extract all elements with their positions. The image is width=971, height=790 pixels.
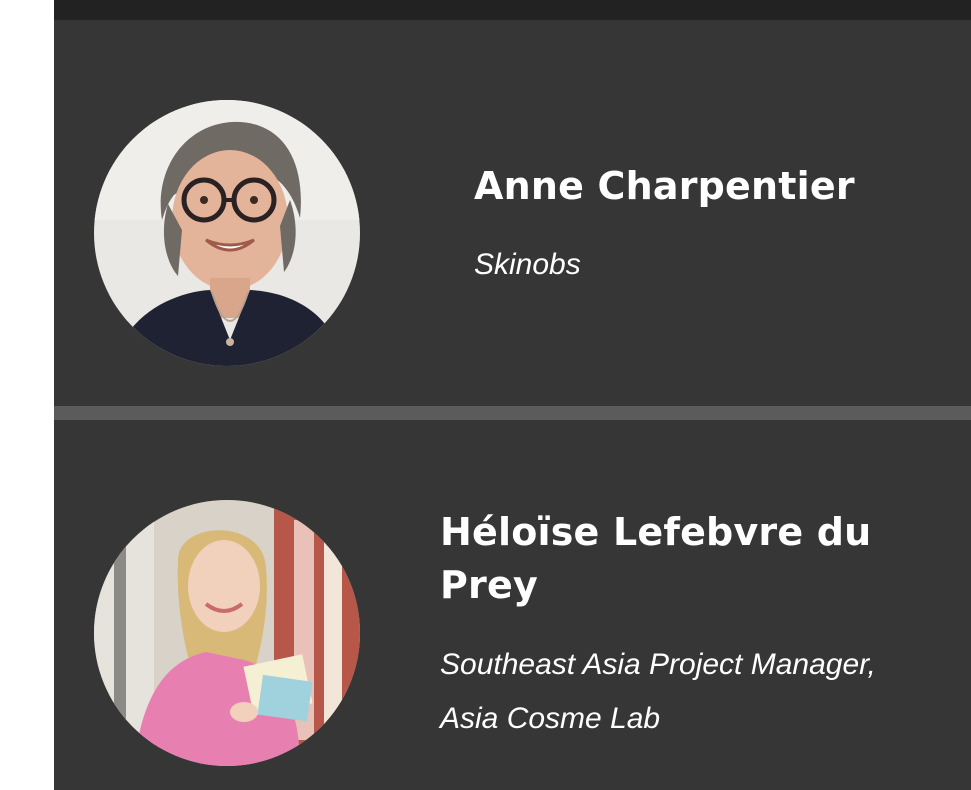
- speaker-role: Southeast Asia Project Manager, Asia Cos…: [440, 648, 876, 735]
- speaker-name: Anne Charpentier: [474, 164, 855, 208]
- speaker-panel: Anne Charpentier Skinobs Héloïse Lefebvr…: [54, 0, 971, 790]
- profile-photo-icon: [94, 100, 360, 366]
- speaker-list-page: Anne Charpentier Skinobs Héloïse Lefebvr…: [0, 0, 971, 790]
- speaker-avatar: [94, 500, 360, 766]
- profile-photo-icon: [94, 500, 360, 766]
- top-strip: [54, 0, 971, 20]
- speaker-card: Héloïse Lefebvre du Prey Southeast Asia …: [54, 420, 971, 790]
- speaker-card: Anne Charpentier Skinobs: [54, 20, 971, 406]
- speaker-name: Héloïse Lefebvre du Prey: [440, 510, 872, 607]
- speaker-avatar: [94, 100, 360, 366]
- speaker-role: Skinobs: [474, 248, 581, 281]
